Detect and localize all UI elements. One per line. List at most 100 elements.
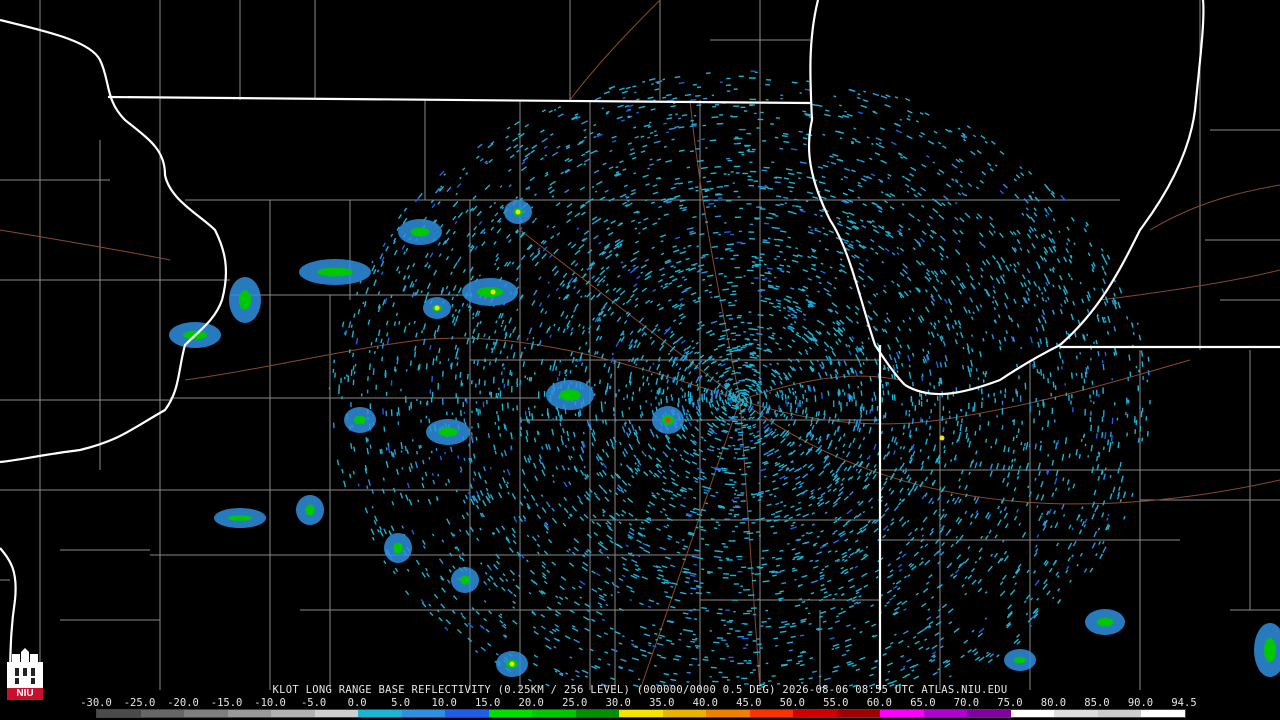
- echo-pixel: [472, 312, 475, 316]
- echo-pixel: [988, 529, 992, 534]
- echo-pixel: [724, 471, 731, 474]
- echo-pixel: [506, 481, 509, 485]
- echo-pixel: [503, 449, 507, 457]
- echo-pixel: [574, 413, 577, 417]
- echo-pixel: [1055, 470, 1059, 477]
- echo-pixel: [746, 269, 754, 272]
- echo-pixel: [631, 643, 635, 646]
- echo-pixel: [544, 310, 548, 315]
- echo-pixel: [782, 326, 786, 330]
- echo-pixel: [694, 351, 698, 355]
- echo-pixel: [659, 510, 663, 514]
- echo-pixel: [574, 249, 581, 256]
- echo-pixel: [738, 434, 742, 436]
- echo-pixel: [790, 526, 797, 530]
- echo-pixel: [617, 274, 621, 278]
- echo-pixel: [916, 241, 921, 246]
- echo-pixel: [815, 437, 818, 441]
- echo-pixel: [406, 449, 409, 455]
- echo-pixel: [979, 304, 983, 308]
- echo-pixel: [734, 266, 740, 269]
- echo-pixel: [858, 111, 864, 115]
- echo-pixel: [739, 403, 744, 407]
- echo-pixel: [728, 513, 733, 515]
- echo-pixel: [509, 569, 516, 576]
- echo-pixel: [599, 269, 606, 276]
- echo-pixel: [734, 489, 738, 492]
- echo-pixel: [605, 440, 610, 447]
- echo-pixel: [520, 254, 526, 261]
- echo-pixel: [832, 643, 840, 647]
- radar-map: [0, 0, 1280, 690]
- echo-pixel: [733, 457, 736, 459]
- echo-pixel: [758, 185, 765, 188]
- echo-pixel: [897, 563, 903, 568]
- echo-pixel: [863, 584, 869, 588]
- echo-pixel: [738, 412, 742, 415]
- echo-pixel: [536, 551, 540, 555]
- echo-pixel: [576, 674, 580, 678]
- echo-pixel: [1025, 213, 1031, 219]
- echo-pixel: [489, 391, 491, 396]
- echo-pixel: [699, 471, 705, 475]
- echo-pixel: [754, 71, 758, 74]
- echo-pixel: [927, 608, 931, 611]
- echo-pixel: [824, 348, 828, 352]
- echo-pixel: [1036, 294, 1039, 298]
- echo-pixel: [495, 652, 499, 656]
- echo-pixel: [891, 394, 894, 401]
- echo-pixel: [928, 574, 933, 579]
- echo-pixel: [726, 422, 731, 426]
- echo-pixel: [377, 329, 381, 337]
- echo-pixel: [1075, 373, 1078, 376]
- echo-pixel: [538, 458, 542, 465]
- echo-pixel: [706, 591, 711, 594]
- echo-pixel: [982, 244, 986, 249]
- echo-pixel: [827, 390, 830, 396]
- echo-pixel: [1014, 193, 1020, 200]
- echo-pixel: [963, 639, 969, 644]
- echo-pixel: [999, 581, 1004, 586]
- echo-pixel: [617, 104, 624, 108]
- echo-pixel: [472, 328, 476, 334]
- echo-pixel: [872, 293, 877, 298]
- echo-pixel: [937, 141, 942, 145]
- echo-pixel: [1003, 336, 1007, 342]
- echo-pixel: [1034, 579, 1040, 586]
- echo-pixel: [524, 123, 530, 128]
- echo-pixel: [816, 501, 821, 505]
- echo-pixel: [756, 127, 760, 129]
- echo-pixel: [1067, 272, 1071, 278]
- echo-pixel: [901, 403, 903, 406]
- echo-pixel: [823, 591, 828, 594]
- echo-pixel: [628, 427, 632, 434]
- echo-pixel: [1146, 430, 1149, 437]
- echo-pixel: [763, 222, 770, 225]
- echo-pixel: [563, 496, 568, 502]
- echo-pixel: [804, 407, 808, 414]
- echo-pixel: [583, 162, 587, 166]
- echo-pixel: [603, 302, 608, 307]
- echo-pixel: [661, 273, 666, 277]
- echo-pixel: [891, 436, 895, 442]
- echo-pixel: [927, 331, 931, 335]
- echo-pixel: [749, 98, 756, 101]
- echo-pixel: [1066, 565, 1070, 570]
- echo-pixel: [547, 281, 550, 284]
- echo-pixel: [738, 372, 741, 374]
- echo-pixel: [836, 615, 839, 618]
- echo-pixel: [555, 202, 561, 207]
- echo-pixel: [694, 426, 700, 432]
- echo-pixel: [632, 250, 640, 256]
- echo-pixel: [806, 397, 808, 403]
- echo-pixel: [1065, 296, 1069, 303]
- echo-pixel: [773, 495, 777, 498]
- echo-pixel: [702, 176, 706, 179]
- echo-pixel: [531, 413, 534, 421]
- echo-pixel: [333, 359, 336, 364]
- echo-pixel: [870, 238, 875, 243]
- echo-pixel: [382, 477, 385, 481]
- echo-pixel: [583, 136, 588, 139]
- echo-pixel: [656, 602, 660, 605]
- echo-pixel: [805, 294, 809, 297]
